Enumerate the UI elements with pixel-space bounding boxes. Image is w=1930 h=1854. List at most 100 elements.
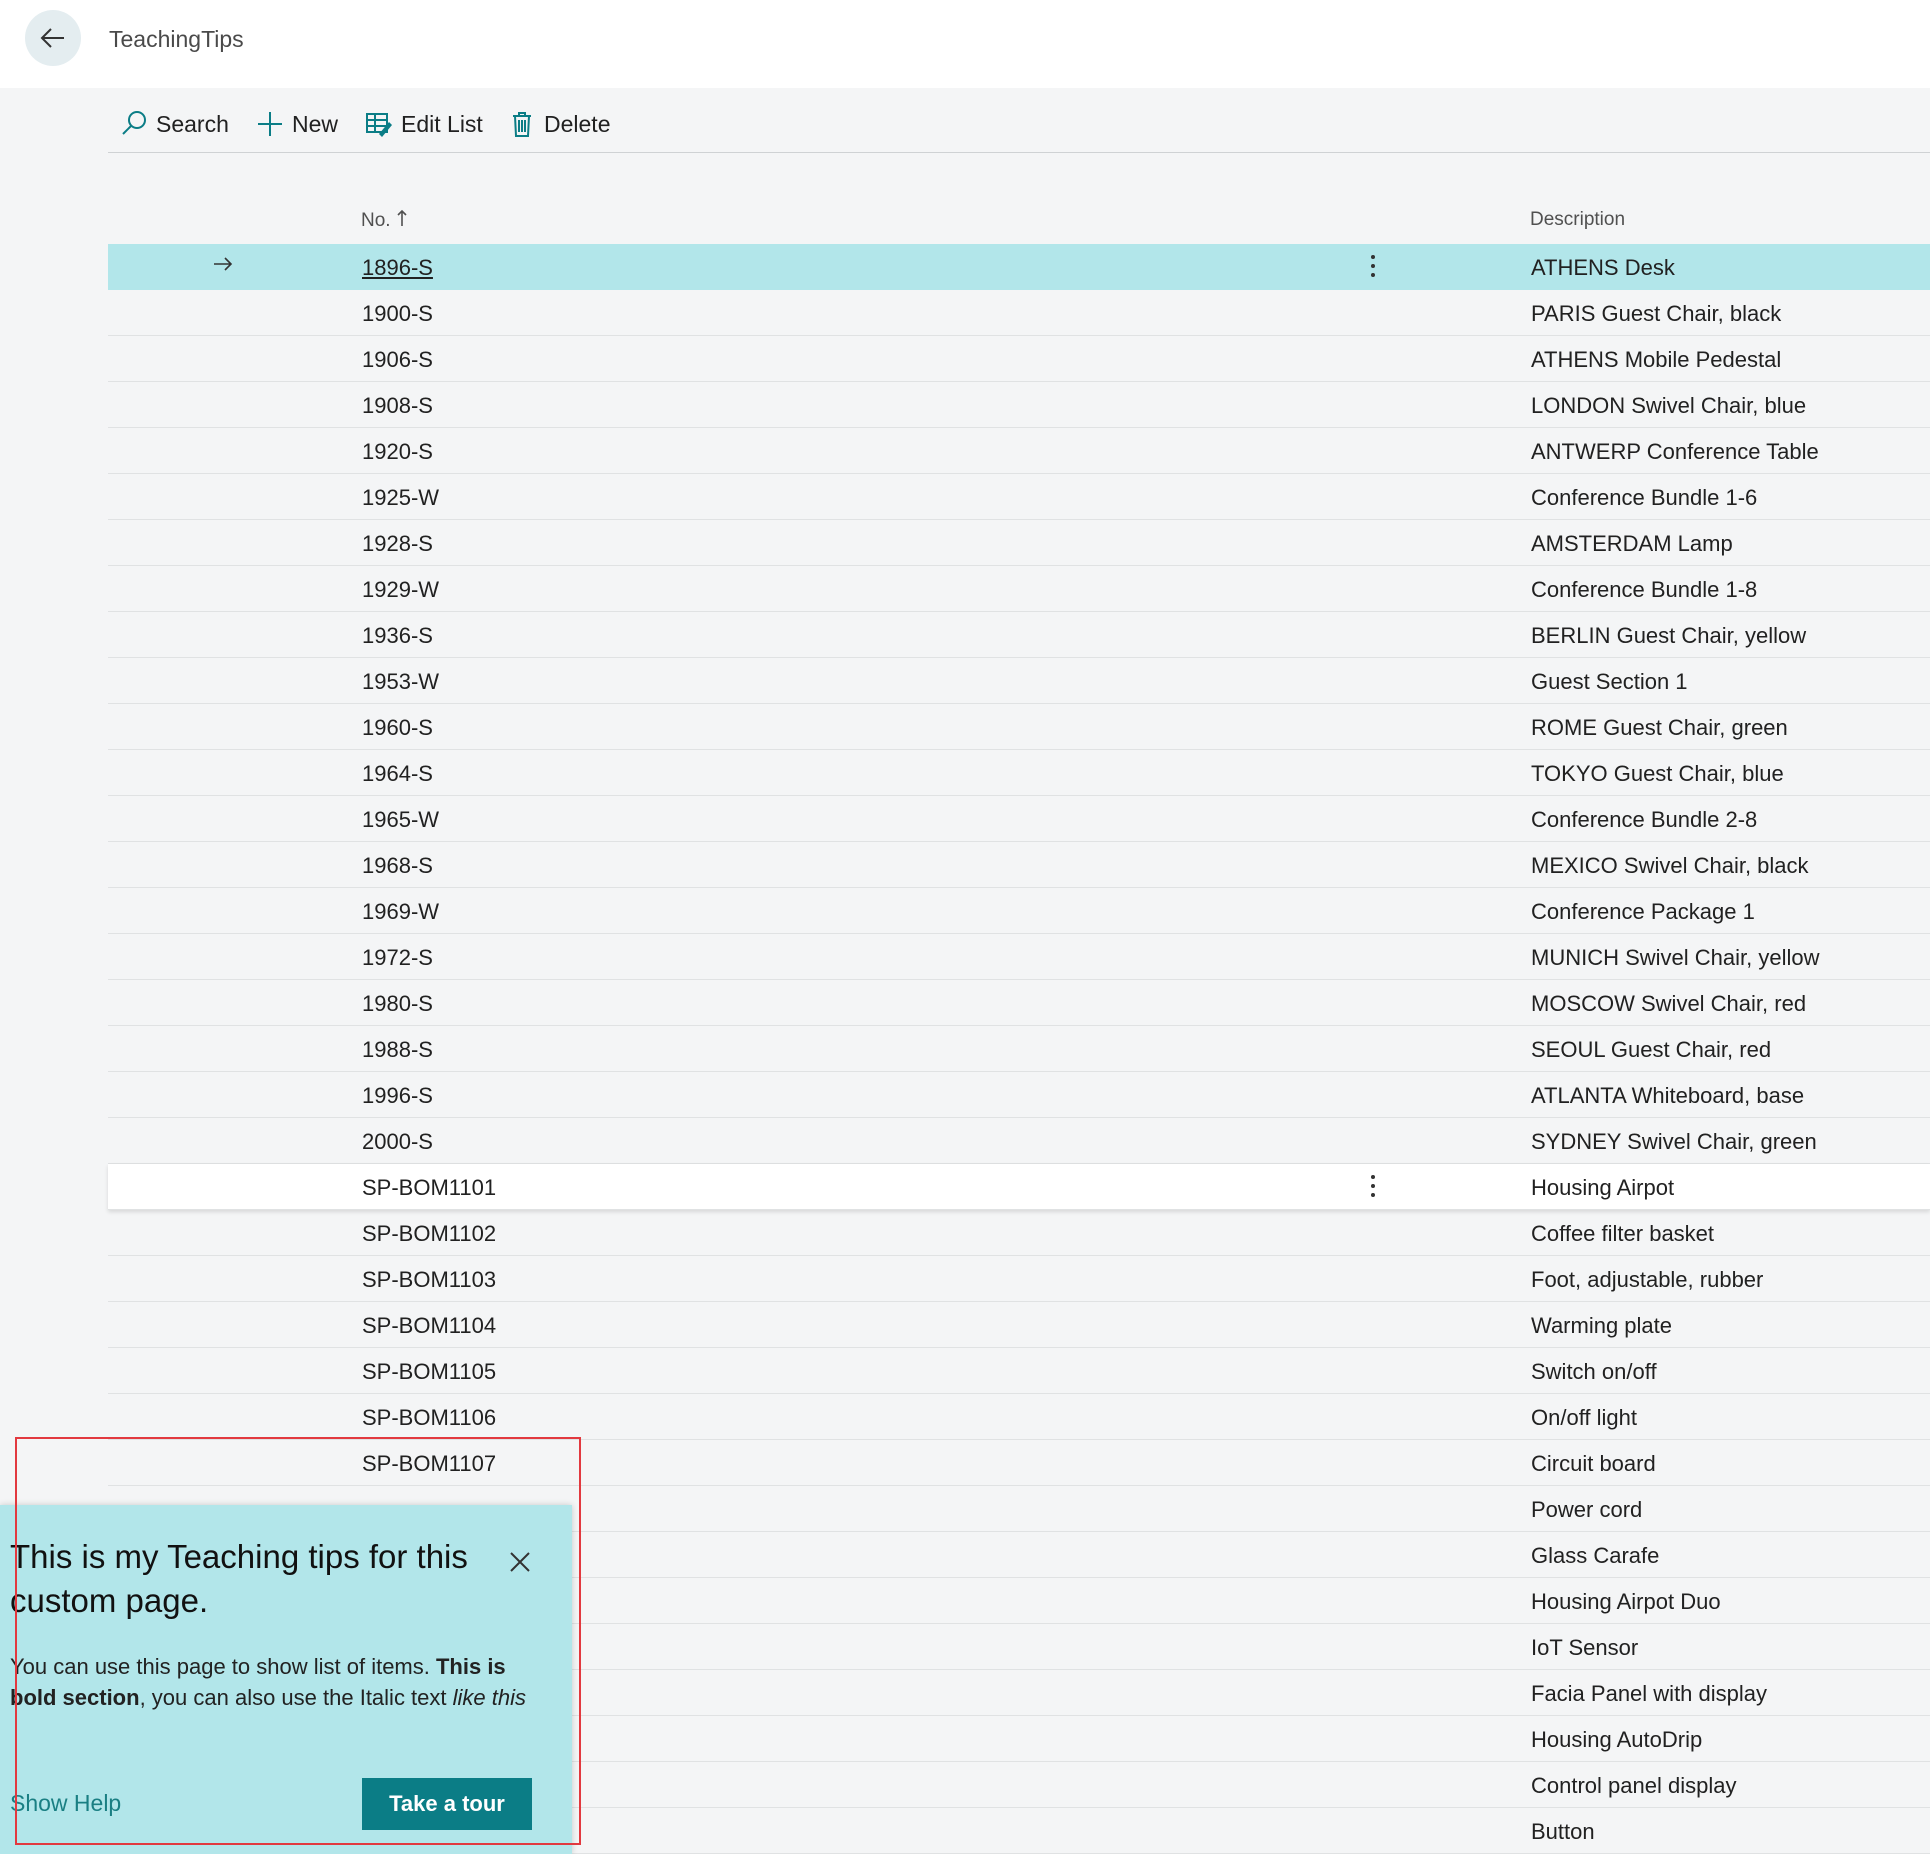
column-header-description[interactable]: Description (1530, 209, 1625, 231)
table-row[interactable]: 1936-S BERLIN Guest Chair, yellow (108, 612, 1930, 658)
cell-no[interactable]: 1929-W (362, 577, 439, 603)
cell-no[interactable]: 1972-S (362, 945, 433, 971)
table-row[interactable]: 1920-S ANTWERP Conference Table (108, 428, 1930, 474)
table-row[interactable]: 1953-W Guest Section 1 (108, 658, 1930, 704)
arrow-right-icon (214, 257, 233, 271)
table-row[interactable]: 2000-S SYDNEY Swivel Chair, green (108, 1118, 1930, 1164)
more-options-icon[interactable] (1368, 1173, 1378, 1199)
table-row[interactable]: 1996-S ATLANTA Whiteboard, base (108, 1072, 1930, 1118)
cell-description: PARIS Guest Chair, black (1531, 301, 1782, 326)
table-row[interactable]: SP-BOM1101 Housing Airpot (108, 1164, 1930, 1210)
cell-no[interactable]: SP-BOM1106 (362, 1405, 496, 1431)
cell-no[interactable]: SP-BOM1105 (362, 1359, 496, 1385)
table-row[interactable]: 1896-S ATHENS Desk (108, 244, 1930, 290)
cell-description: Warming plate (1531, 1313, 1673, 1338)
cell-description: Housing Airpot (1531, 1175, 1675, 1200)
table-row[interactable]: 1980-S MOSCOW Swivel Chair, red (108, 980, 1930, 1026)
cell-description: SYDNEY Swivel Chair, green (1531, 1129, 1817, 1154)
cell-no[interactable]: SP-BOM1107 (362, 1451, 496, 1477)
cell-no[interactable]: 1908-S (362, 393, 433, 419)
cell-description: LONDON Swivel Chair, blue (1531, 393, 1807, 418)
cell-no[interactable]: 1988-S (362, 1037, 433, 1063)
cell-no[interactable]: 1936-S (362, 623, 433, 649)
cell-no[interactable]: 1960-S (362, 715, 433, 741)
cell-description: Housing AutoDrip (1531, 1727, 1703, 1752)
search-icon (122, 111, 146, 135)
cell-no[interactable]: 1900-S (362, 301, 433, 327)
table-row[interactable]: 1900-S PARIS Guest Chair, black (108, 290, 1930, 336)
cell-no[interactable]: 1906-S (362, 347, 433, 373)
table-row[interactable]: 1969-W Conference Package 1 (108, 888, 1930, 934)
table-row[interactable]: 1928-S AMSTERDAM Lamp (108, 520, 1930, 566)
teaching-tip: This is my Teaching tips for this custom… (0, 1505, 572, 1854)
cell-description: Guest Section 1 (1531, 669, 1688, 694)
table-row[interactable]: 1960-S ROME Guest Chair, green (108, 704, 1930, 750)
cell-no[interactable]: 1953-W (362, 669, 439, 695)
cell-description: TOKYO Guest Chair, blue (1531, 761, 1784, 786)
table-row[interactable]: 1925-W Conference Bundle 1-6 (108, 474, 1930, 520)
cell-description: Circuit board (1531, 1451, 1656, 1476)
cell-no[interactable]: SP-BOM1104 (362, 1313, 496, 1339)
table-row[interactable]: 1929-W Conference Bundle 1-8 (108, 566, 1930, 612)
table-row[interactable]: 1988-S SEOUL Guest Chair, red (108, 1026, 1930, 1072)
back-button[interactable] (25, 10, 81, 66)
cell-no[interactable]: 1896-S (362, 255, 433, 281)
cell-no[interactable]: 1928-S (362, 531, 433, 557)
new-label: New (292, 110, 339, 137)
table-row[interactable]: SP-BOM1106 On/off light (108, 1394, 1930, 1440)
edit-list-icon (366, 113, 392, 137)
cell-description: Conference Bundle 1-6 (1531, 485, 1758, 510)
take-a-tour-button[interactable]: Take a tour (362, 1778, 532, 1830)
cell-no[interactable]: 1969-W (362, 899, 439, 925)
table-row[interactable]: 1972-S MUNICH Swivel Chair, yellow (108, 934, 1930, 980)
delete-label: Delete (544, 110, 611, 137)
cell-no[interactable]: 1996-S (362, 1083, 433, 1109)
more-options-icon[interactable] (1368, 253, 1378, 279)
cell-description: On/off light (1531, 1405, 1637, 1430)
action-bar: Search New Edit List Delete (108, 96, 1930, 153)
cell-no[interactable]: SP-BOM1103 (362, 1267, 496, 1293)
edit-list-button[interactable]: Edit List (365, 106, 483, 142)
table-row[interactable]: SP-BOM1103 Foot, adjustable, rubber (108, 1256, 1930, 1302)
table-row[interactable]: SP-BOM1107 Circuit board (108, 1440, 1930, 1486)
cell-description: Control panel display (1531, 1773, 1737, 1798)
cell-description: Facia Panel with display (1531, 1681, 1768, 1706)
cell-no[interactable]: 1920-S (362, 439, 433, 465)
cell-description: Button (1531, 1819, 1595, 1844)
cell-no[interactable]: 1968-S (362, 853, 433, 879)
table-row[interactable]: 1965-W Conference Bundle 2-8 (108, 796, 1930, 842)
cell-description: Conference Package 1 (1531, 899, 1755, 924)
table-row[interactable]: SP-BOM1104 Warming plate (108, 1302, 1930, 1348)
table-row[interactable]: 1908-S LONDON Swivel Chair, blue (108, 382, 1930, 428)
cell-no[interactable]: 1980-S (362, 991, 433, 1017)
cell-description: Switch on/off (1531, 1359, 1657, 1384)
cell-no[interactable]: 1925-W (362, 485, 439, 511)
new-button[interactable]: New (256, 106, 338, 142)
close-button[interactable] (505, 1547, 535, 1577)
search-button[interactable]: Search (120, 106, 229, 142)
table-row[interactable]: SP-BOM1102 Coffee filter basket (108, 1210, 1930, 1256)
tip-body-italic: like this (452, 1685, 526, 1710)
page-title: TeachingTips (109, 26, 244, 52)
table-row[interactable]: 1964-S TOKYO Guest Chair, blue (108, 750, 1930, 796)
cell-no[interactable]: 1965-W (362, 807, 439, 833)
cell-description: ATHENS Desk (1531, 255, 1675, 280)
cell-no[interactable]: SP-BOM1102 (362, 1221, 496, 1247)
delete-button[interactable]: Delete (508, 106, 610, 142)
cell-description: Conference Bundle 1-8 (1531, 577, 1758, 602)
cell-description: ROME Guest Chair, green (1531, 715, 1788, 740)
table-row[interactable]: SP-BOM1105 Switch on/off (108, 1348, 1930, 1394)
cell-no[interactable]: 2000-S (362, 1129, 433, 1155)
cell-description: Foot, adjustable, rubber (1531, 1267, 1764, 1292)
table-row[interactable]: 1968-S MEXICO Swivel Chair, black (108, 842, 1930, 888)
cell-description: MOSCOW Swivel Chair, red (1531, 991, 1807, 1016)
table-row[interactable]: 1906-S ATHENS Mobile Pedestal (108, 336, 1930, 382)
cell-no[interactable]: 1964-S (362, 761, 433, 787)
plus-icon (258, 112, 282, 136)
cell-description: ATLANTA Whiteboard, base (1531, 1083, 1805, 1108)
cell-description: MEXICO Swivel Chair, black (1531, 853, 1809, 878)
cell-description: SEOUL Guest Chair, red (1531, 1037, 1772, 1062)
cell-no[interactable]: SP-BOM1101 (362, 1175, 496, 1201)
show-help-link[interactable]: Show Help (10, 1790, 121, 1817)
column-header-no[interactable]: No. (361, 209, 408, 232)
